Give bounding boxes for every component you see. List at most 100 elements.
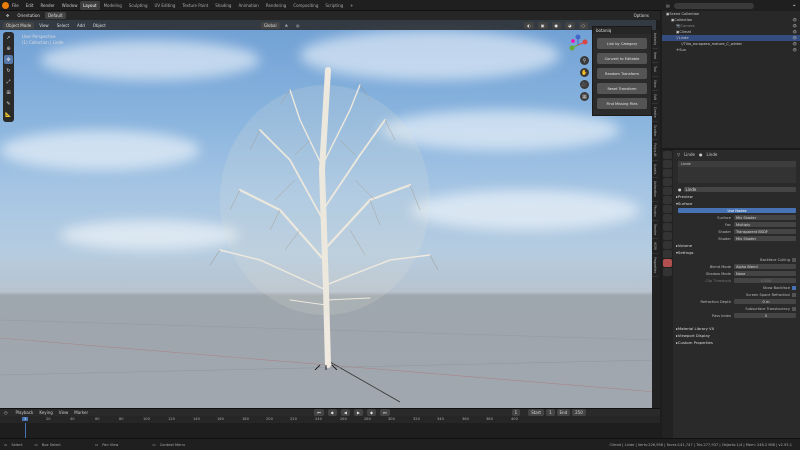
tab-animation[interactable]: Animation [652,178,658,202]
end-frame-field[interactable]: 250 [572,409,586,416]
jump-end-icon[interactable]: ⏭ [380,409,390,416]
annotate-tool-icon[interactable]: ✎ [4,99,13,108]
ssr-checkbox[interactable] [792,292,796,297]
tab-rendering[interactable]: Rendering [263,1,289,10]
visibility-eye-icon[interactable]: 👁 [792,36,797,40]
current-frame-field[interactable]: 1 [511,409,521,416]
tab-tool[interactable]: Tool [652,63,658,77]
random-transform-button[interactable]: Random Transform [597,68,647,79]
pass-index-field[interactable]: 0 [734,313,796,318]
visibility-eye-icon[interactable]: 👁 [792,18,797,22]
viewport-display-section[interactable]: ▸ Viewport Display [674,332,800,339]
move-tool-icon[interactable]: ✥ [4,55,13,64]
add-workspace-button[interactable]: + [347,1,356,10]
material-library-section[interactable]: ▸ Material Library VX [674,325,800,332]
tab-render[interactable]: Render [652,221,658,239]
timeline-area[interactable] [0,423,660,438]
menu-window[interactable]: Window [62,3,78,8]
3d-viewport[interactable]: Object Mode View Select Add Object Globa… [0,20,656,408]
menu-file[interactable]: File [12,3,19,8]
use-nodes-button[interactable]: Use Nodes [678,208,796,213]
zoom-icon[interactable]: ⚲ [580,56,589,65]
scale-tool-icon[interactable]: ⤢ [4,77,13,86]
keying-menu[interactable]: Keying [39,410,52,415]
surface-section[interactable]: ▾ Surface [674,200,800,207]
render-props-icon[interactable] [663,160,672,168]
constraints-props-icon[interactable] [663,241,672,249]
surface-shader-dropdown[interactable]: Mix Shader [734,215,796,220]
refraction-depth-field[interactable]: 0 m [734,299,796,304]
pan-hand-icon[interactable]: ✋ [580,68,589,77]
timeline-ruler[interactable]: 1 20 40 60 80 100 120 140 160 180 200 22… [0,416,660,423]
tab-scripting[interactable]: Scripting [322,1,346,10]
material-name-field[interactable]: Linde [683,187,796,192]
tab-compositing[interactable]: Compositing [290,1,321,10]
next-key-icon[interactable]: ◆ [366,409,377,416]
tab-sculpting[interactable]: Sculpting [126,1,151,10]
backface-culling-checkbox[interactable] [792,257,796,262]
show-backface-checkbox[interactable] [792,285,796,290]
tab-scatter[interactable]: Scatter [652,122,658,141]
playback-menu[interactable]: Playback [16,410,34,415]
modifier-props-icon[interactable] [663,214,672,222]
data-props-icon[interactable] [663,250,672,258]
perspective-grid-icon[interactable]: ▦ [580,92,589,101]
tab-view[interactable]: View [652,77,658,92]
play-reverse-icon[interactable]: ◀ [340,409,350,416]
physics-props-icon[interactable] [663,232,672,240]
material-slot[interactable]: Linde [678,161,796,167]
blender-logo-icon[interactable] [2,2,9,9]
marker-menu[interactable]: Marker [74,410,88,415]
material-props-icon[interactable] [663,259,672,267]
timeline-view-menu[interactable]: View [59,410,69,415]
custom-properties-section[interactable]: ▸ Custom Properties [674,339,800,346]
object-props-icon[interactable] [663,205,672,213]
tab-uv-editing[interactable]: UV Editing [152,1,179,10]
tab-botaniq[interactable]: botaniq [652,30,658,50]
jump-start-icon[interactable]: ⏮ [314,409,324,416]
navigation-gizmo[interactable] [567,34,589,56]
shader2-dropdown[interactable]: Mix Shader [734,236,796,241]
tool-props-icon[interactable] [663,151,672,159]
sss-checkbox[interactable] [792,306,796,311]
orientation-label[interactable]: Orientation [14,12,43,19]
prev-key-icon[interactable]: ◆ [327,409,337,416]
tab-layout[interactable]: Layout [80,1,100,10]
filter-icon[interactable]: ⏷ [793,3,796,8]
options-dropdown[interactable]: Options [631,12,652,19]
visibility-eye-icon[interactable]: 👁 [792,24,797,28]
transform-tool-icon[interactable]: ⊞ [4,88,13,97]
tab-modeling[interactable]: Modeling [101,1,125,10]
menu-edit[interactable]: Edit [26,3,34,8]
tab-polyquilt[interactable]: Polyquilt [652,140,658,162]
menu-render[interactable]: Render [40,3,54,8]
rotate-tool-icon[interactable]: ↻ [4,66,13,75]
link-by-category-button[interactable]: Link by Category [597,38,647,49]
scene-props-icon[interactable] [663,187,672,195]
tab-edit[interactable]: Edit [652,91,658,105]
preview-section[interactable]: ▸ Preview [674,193,800,200]
tab-bprops[interactable]: Properties [652,254,658,277]
reset-transform-button[interactable]: Reset Transform [597,83,647,94]
shader1-dropdown[interactable]: Transparent BSDF [734,229,796,234]
playhead[interactable]: 1 [22,417,29,421]
tab-physics[interactable]: Physics [652,202,658,221]
clip-threshold-field[interactable]: 0.500 [734,278,796,283]
visibility-eye-icon[interactable]: 👁 [792,30,797,34]
blend-mode-dropdown[interactable]: Alpha Blend [734,264,796,269]
outliner-search-input[interactable] [673,2,754,9]
start-frame-field[interactable]: 1 [545,409,555,416]
volume-section[interactable]: ▸ Volume [674,242,800,249]
outliner-display-icon[interactable]: ▤ [666,3,670,8]
shadow-mode-dropdown[interactable]: None [734,271,796,276]
tab-shading[interactable]: Shading [212,1,234,10]
output-props-icon[interactable] [663,169,672,177]
tab-item[interactable]: Item [652,49,658,64]
settings-section[interactable]: ▾ Settings [674,249,800,256]
visibility-eye-icon[interactable]: 👁 [792,42,797,46]
transform-tool-icon[interactable]: ✥ [3,12,12,19]
view-layer-props-icon[interactable] [663,178,672,186]
material-slots-list[interactable]: Linde [678,161,796,183]
texture-props-icon[interactable] [663,268,672,276]
outliner-row-sun[interactable]: ☀ Sun 👁 [662,47,800,53]
